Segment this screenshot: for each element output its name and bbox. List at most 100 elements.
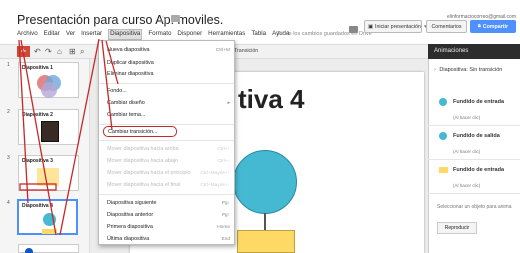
menu-item-label: Nueva diapositiva	[107, 47, 150, 53]
menu-item-shortcut: Ctrl+M	[215, 48, 230, 53]
animation-label: Fundido de entrada	[453, 167, 505, 173]
menu-item-label: Mover diapositiva hacia el principio	[107, 170, 191, 176]
rect-shape-thumbnail	[42, 229, 57, 234]
rectangle-shape[interactable]	[237, 230, 295, 253]
menu-item-move-down: Mover diapositiva hacia abajo Ctrl+↓	[99, 156, 234, 167]
menu-item-label: Primera diapositiva	[107, 224, 153, 230]
start-presentation-button[interactable]: ▣ Iniciar presentación ▾	[364, 20, 427, 33]
panel-title: Animaciones	[428, 44, 520, 59]
slide-transition-item[interactable]: › Diapositiva: Sin transición	[434, 67, 502, 73]
slide-number: 4	[7, 200, 10, 206]
menu-item-label: Mover diapositiva hacia el final	[107, 182, 181, 188]
chat-icon[interactable]	[349, 26, 358, 33]
menu-item-shortcut: Ctrl+↓	[217, 159, 230, 164]
panel-hint: Seleccionar un objeto para anima	[437, 204, 512, 210]
menu-tabla[interactable]: Tabla	[251, 30, 266, 40]
share-button[interactable]: 🔒︎ Compartir	[470, 20, 516, 33]
comments-button[interactable]: Comentarios	[426, 20, 467, 33]
menu-item-shortcut: Pg↑	[221, 213, 230, 218]
slide-thumbnail-1[interactable]: Diapositiva 1	[18, 62, 79, 98]
menu-item-change-layout[interactable]: Cambiar diseño ▸	[99, 98, 234, 109]
menu-herramientas[interactable]: Herramientas	[208, 30, 245, 40]
circle-shape-thumbnail	[43, 213, 56, 226]
animation-trigger: (Al hacer clic)	[453, 115, 481, 120]
slide-thumbnail-title: Diapositiva 2	[22, 112, 53, 118]
menu-item-shortcut: End	[221, 237, 230, 242]
circle-shape-thumbnail	[25, 248, 33, 253]
menu-item-shortcut: Ctrl+Mayús+↑	[200, 171, 230, 176]
photo-thumbnail	[41, 121, 59, 142]
menu-editar[interactable]: Editar	[44, 30, 60, 40]
animation-item[interactable]: Fundido de salida (Al hacer clic)	[428, 126, 520, 160]
menu-item-previous-slide[interactable]: Diapositiva anterior Pg↑	[99, 210, 234, 221]
menu-separator	[99, 124, 234, 125]
menu-item-label: Duplicar diapositiva	[107, 60, 154, 66]
menu-item-shortcut: Ctrl+↑	[217, 147, 230, 152]
menu-item-change-transition[interactable]: Cambiar transición...	[103, 126, 177, 137]
menu-item-label: Cambiar transición...	[108, 129, 158, 135]
play-icon: ▣	[368, 23, 374, 30]
menu-item-label: Diapositiva siguiente	[107, 200, 157, 206]
menu-item-label: Última diapositiva	[107, 236, 150, 242]
chevron-right-icon: ▸	[227, 101, 230, 106]
menu-item-shortcut: Ctrl+Mayús+↓	[200, 183, 230, 188]
play-button[interactable]: Reproducir	[437, 222, 477, 234]
slide-number: 1	[7, 62, 10, 68]
menu-item-first-slide[interactable]: Primera diapositiva Home	[99, 222, 234, 233]
menu-item-duplicate-slide[interactable]: Duplicar diapositiva	[99, 58, 234, 69]
menu-item-last-slide[interactable]: Última diapositiva End	[99, 234, 234, 245]
circle-shape[interactable]	[233, 150, 297, 214]
paint-format-icon[interactable]: ⌂	[57, 47, 62, 56]
circle-icon	[439, 98, 447, 106]
zoom-fit-icon[interactable]: ⊞	[69, 47, 76, 56]
redo-icon[interactable]: ↷	[45, 47, 52, 56]
menu-separator	[99, 140, 234, 141]
animation-label: Fundido de entrada	[453, 99, 505, 105]
menu-item-move-to-end: Mover diapositiva hacia el final Ctrl+May…	[99, 180, 234, 191]
slide-title[interactable]: tiva 4	[238, 84, 305, 115]
animation-item[interactable]: Fundido de entrada (Al hacer clic)	[428, 92, 520, 126]
transition-button[interactable]: Transición	[234, 48, 258, 54]
zoom-icon[interactable]: ⌕	[80, 47, 84, 57]
animation-item[interactable]: Fundido de entrada (Al hacer clic)	[428, 160, 520, 194]
folder-icon[interactable]	[171, 15, 180, 22]
undo-icon[interactable]: ↶	[34, 47, 41, 56]
menu-item-shortcut: Home	[217, 225, 230, 230]
venn-graphic	[37, 75, 61, 98]
star-icon[interactable]: ☆	[158, 13, 168, 26]
document-title[interactable]: Presentación para curso Ap. moviles.	[17, 13, 223, 27]
slide-thumbnail-4[interactable]: Diapositiva 4	[17, 199, 78, 235]
menu-item-shortcut: Pg↓	[221, 201, 230, 206]
menu-formato[interactable]: Formato	[148, 30, 171, 40]
menu-item-label: Cambiar tema...	[107, 112, 146, 118]
slide-thumbnail-2[interactable]: Diapositiva 2	[18, 109, 79, 145]
add-slide-button[interactable]: +	[17, 46, 30, 57]
menu-item-next-slide[interactable]: Diapositiva siguiente Pg↓	[99, 198, 234, 209]
menu-item-delete-slide[interactable]: Eliminar diapositiva	[99, 69, 234, 80]
menu-archivo[interactable]: Archivo	[17, 30, 38, 40]
slide-number: 3	[7, 155, 10, 161]
menu-item-label: Fondo...	[107, 88, 127, 94]
menu-item-change-theme[interactable]: Cambiar tema...	[99, 110, 234, 121]
menu-insertar[interactable]: Insertar	[81, 30, 102, 40]
slide-thumbnail-3[interactable]: Diapositiva 3	[18, 155, 79, 191]
animation-label: Fundido de salida	[453, 133, 500, 139]
menu-ver[interactable]: Ver	[66, 30, 75, 40]
slide-transition-label: Diapositiva: Sin transición	[439, 67, 503, 73]
chevron-right-icon: ›	[434, 67, 436, 73]
slide-thumbnail-5[interactable]	[18, 244, 79, 253]
menu-item-background[interactable]: Fondo...	[99, 86, 234, 97]
rectangle-icon	[439, 167, 448, 173]
menu-item-label: Mover diapositiva hacia arriba	[107, 146, 179, 152]
menu-diapositiva[interactable]: Diapositiva	[108, 29, 143, 40]
slide-thumbnail-title: Diapositiva 4	[22, 203, 53, 209]
slide-thumbnail-title: Diapositiva 1	[22, 65, 53, 71]
shape-thumbnail	[37, 168, 59, 186]
menu-item-new-slide[interactable]: Nueva diapositiva Ctrl+M	[99, 45, 234, 56]
lock-icon: 🔒︎	[477, 23, 481, 29]
menu-item-move-to-start: Mover diapositiva hacia el principio Ctrl…	[99, 168, 234, 179]
animation-trigger: (Al hacer clic)	[453, 149, 481, 154]
animation-trigger: (Al hacer clic)	[453, 183, 481, 188]
menu-disponer[interactable]: Disponer	[177, 30, 202, 40]
connector-line[interactable]	[264, 213, 266, 231]
